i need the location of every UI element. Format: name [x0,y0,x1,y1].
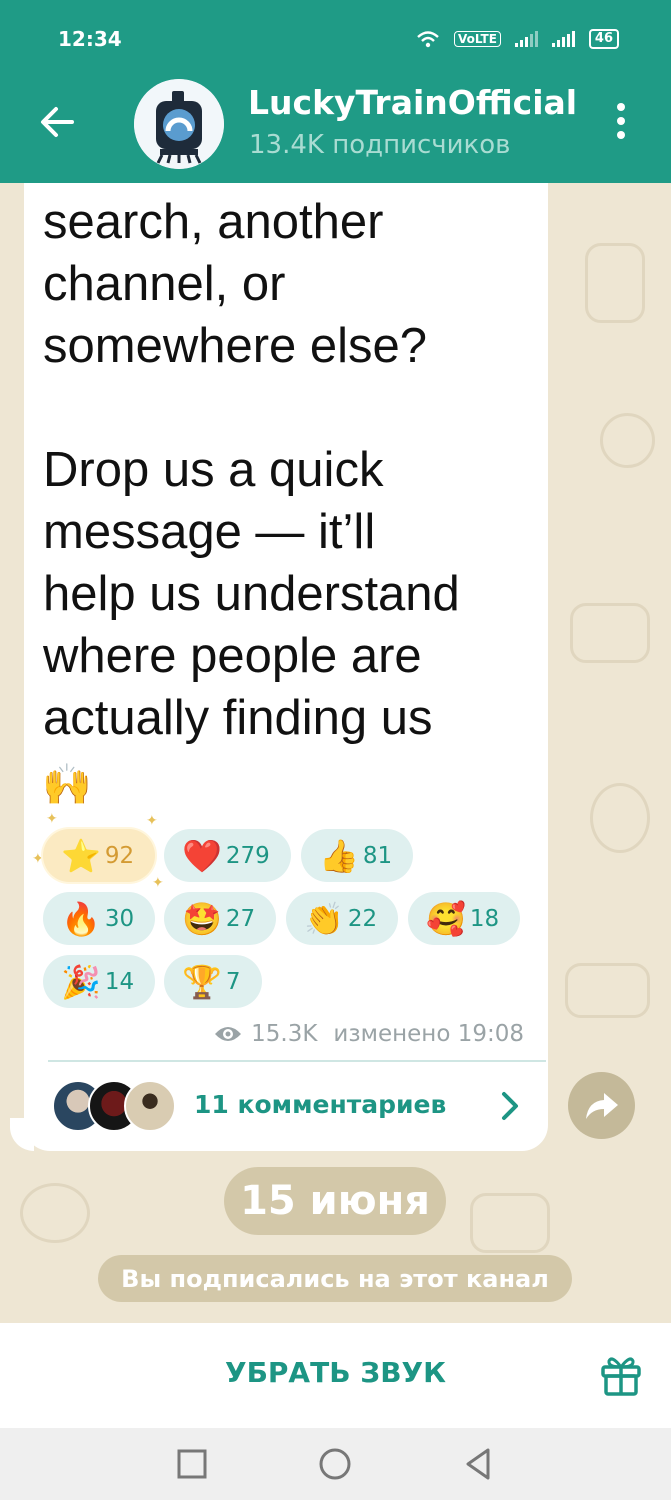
sparkle-icon: ✦ [152,875,164,891]
mute-button[interactable]: УБРАТЬ ЗВУК [0,1356,671,1389]
bottom-bar: УБРАТЬ ЗВУК [0,1323,671,1428]
wallpaper-doodle [565,963,650,1018]
triangle-nav-icon[interactable] [460,1446,496,1482]
wallpaper-doodle [590,783,650,853]
circle-nav-icon[interactable] [317,1446,353,1482]
share-button[interactable] [568,1072,635,1139]
post-text: search, another channel, or somewhere el… [43,195,460,745]
comments-divider [48,1060,546,1062]
status-icons: VoLTE 46 [416,29,619,49]
reaction-star[interactable]: ⭐ 92 [43,829,155,882]
signal-icon [551,31,575,47]
wallpaper-doodle [600,413,655,468]
more-vert-icon[interactable] [604,100,638,146]
service-message: Вы подписались на этот канал [98,1255,572,1302]
reaction-heart[interactable]: ❤️ 279 [164,829,291,882]
subscriber-count: 13.4K подписчиков [249,130,511,160]
square-nav-icon[interactable] [174,1446,210,1482]
wallpaper-doodle [570,603,650,663]
train-logo-icon [134,79,224,169]
signal-icon [514,31,538,47]
battery-icon: 46 [588,29,619,49]
sparkle-icon: ✦ [46,811,58,827]
status-bar: 12:34 VoLTE 46 [58,24,619,54]
channel-avatar[interactable] [134,79,224,169]
sparkle-icon: ✦ [146,813,158,829]
reaction-clap[interactable]: 👏 22 [286,892,398,945]
post-meta: 15.3K изменено 19:08 [213,1021,524,1047]
wallpaper-doodle [470,1193,550,1253]
gift-icon[interactable] [600,1353,642,1397]
commenter-avatars[interactable] [52,1080,176,1132]
status-time: 12:34 [58,27,122,51]
system-nav-bar [0,1428,671,1500]
wifi-icon [417,31,439,48]
reaction-smiling-hearts[interactable]: 🥰 18 [408,892,520,945]
eye-icon [215,1027,242,1041]
volte-badge: VoLTE [453,31,501,47]
channel-title[interactable]: LuckyTrainOfficial [248,83,577,122]
wallpaper-doodle [585,243,645,323]
edited-time: изменено 19:08 [333,1021,524,1047]
channel-post[interactable]: search, another channel, or somewhere el… [24,183,548,1151]
chevron-right-icon[interactable] [494,1088,524,1124]
raising-hands-emoji: 🙌 [42,762,92,808]
back-arrow-icon[interactable] [36,100,80,144]
sparkle-icon: ✦ [32,851,44,867]
comments-link[interactable]: 11 комментариев [194,1090,446,1119]
reaction-party[interactable]: 🎉 14 [43,955,155,1008]
reaction-fire[interactable]: 🔥 30 [43,892,155,945]
view-count: 15.3K [251,1021,318,1047]
date-separator: 15 июня [224,1167,446,1235]
reaction-trophy[interactable]: 🏆 7 [164,955,262,1008]
share-icon [585,1092,618,1119]
app-header: 12:34 VoLTE 46 LuckyTrainOfficial 13.4K … [0,0,671,183]
reaction-star-struck[interactable]: 🤩 27 [164,892,276,945]
wallpaper-doodle [20,1183,90,1243]
reaction-thumbs-up[interactable]: 👍 81 [301,829,413,882]
avatar [124,1080,176,1132]
